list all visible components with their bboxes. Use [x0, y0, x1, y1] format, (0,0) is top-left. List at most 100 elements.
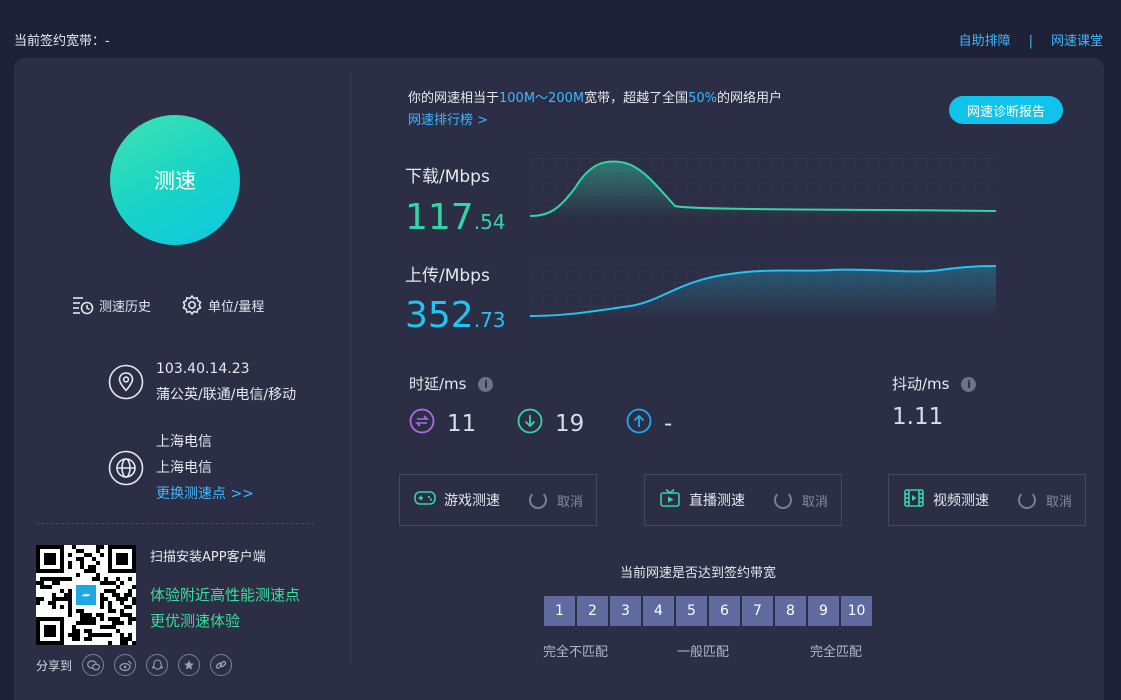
- jitter-value: 1.11: [892, 404, 944, 430]
- share-bar: 分享到: [36, 654, 233, 676]
- contract-bandwidth: 当前签约宽带：-: [14, 34, 110, 49]
- diagnosis-report-button[interactable]: 网速诊断报告: [949, 96, 1063, 124]
- video-test-cancel-button[interactable]: 取消: [1046, 491, 1072, 510]
- loading-spinner-icon: [774, 491, 792, 509]
- tv-icon: [659, 488, 681, 512]
- upload-arrow-icon: [626, 408, 652, 440]
- game-speed-test[interactable]: 游戏测速 取消: [399, 474, 597, 526]
- speed-history-button[interactable]: 测速历史: [72, 294, 151, 316]
- summary-suffix: 的网络用户: [717, 91, 783, 106]
- game-test-label: 游戏测速: [444, 493, 500, 509]
- gamepad-icon: [414, 489, 436, 511]
- qr-benefits: 体验附近高性能测速点 更优测速体验: [150, 582, 300, 634]
- match-scale-cell[interactable]: 4: [643, 596, 674, 626]
- summary-percent: 50%: [688, 91, 717, 106]
- link-separator: |: [1028, 34, 1033, 49]
- speed-summary: 你的网速相当于100M～200M宽带，超越了全国50%的网络用户 网速排行榜 >: [408, 88, 782, 132]
- location-pin-icon: [108, 364, 144, 400]
- download-value: 117.54: [405, 198, 506, 242]
- download-arrow-icon: [517, 408, 543, 440]
- match-scale-cell[interactable]: 1: [544, 596, 575, 626]
- loading-spinner-icon: [1018, 491, 1036, 509]
- summary-band: 100M～200M: [499, 91, 585, 106]
- match-scale-cell[interactable]: 8: [775, 596, 806, 626]
- latency-download: 19: [517, 408, 584, 440]
- latency-label: 时延/ms i: [409, 373, 494, 394]
- live-test-label: 直播测速: [689, 493, 745, 509]
- download-latency-value: 19: [555, 411, 585, 437]
- upload-chart: [530, 258, 996, 318]
- ip-address: 103.40.14.23: [156, 361, 250, 377]
- qr-benefit-2: 更优测速体验: [150, 612, 241, 630]
- speed-class-link[interactable]: 网速课堂: [1051, 34, 1103, 49]
- summary-middle: 宽带，超越了全国: [584, 91, 689, 106]
- download-label: 下载/Mbps: [405, 167, 490, 187]
- match-label-none: 完全不匹配: [543, 645, 609, 660]
- share-label: 分享到: [36, 658, 73, 673]
- bandwidth-match-title: 当前网速是否达到签约带宽: [620, 566, 777, 581]
- match-scale-cell[interactable]: 10: [841, 596, 872, 626]
- top-links: 自助排障 | 网速课堂: [959, 30, 1103, 49]
- latency-info-icon[interactable]: i: [478, 377, 494, 392]
- video-speed-test[interactable]: 视频测速 取消: [888, 474, 1086, 526]
- summary-text: 你的网速相当于100M～200M宽带，超越了全国50%的网络用户: [408, 88, 782, 110]
- unit-range-button[interactable]: 单位/量程: [181, 294, 264, 316]
- start-speed-test-button[interactable]: 测速: [110, 115, 240, 245]
- match-scale-cell[interactable]: 3: [610, 596, 641, 626]
- film-icon: [903, 488, 925, 512]
- match-scale-cell[interactable]: 9: [808, 596, 839, 626]
- ping-value: 11: [447, 411, 477, 437]
- download-dec: .54: [473, 210, 506, 234]
- wechat-icon[interactable]: [82, 654, 105, 676]
- ping-icon: [409, 408, 435, 440]
- unit-range-label: 单位/量程: [208, 299, 265, 315]
- download-chart: [530, 158, 996, 218]
- live-test-cancel-button[interactable]: 取消: [802, 491, 828, 510]
- loading-spinner-icon: [529, 491, 547, 509]
- live-speed-test[interactable]: 直播测速 取消: [644, 474, 842, 526]
- ranking-link[interactable]: 网速排行榜 >: [408, 110, 782, 132]
- match-scale-cell[interactable]: 5: [676, 596, 707, 626]
- video-test-label: 视频测速: [933, 493, 989, 509]
- left-divider: [36, 523, 314, 524]
- upload-latency-value: -: [664, 411, 673, 437]
- latency-ping: 11: [409, 408, 476, 440]
- match-label-medium: 一般匹配: [677, 645, 730, 660]
- jitter-label: 抖动/ms i: [892, 373, 977, 394]
- upload-dec: .73: [473, 308, 506, 332]
- match-scale-cell[interactable]: 7: [742, 596, 773, 626]
- link-icon[interactable]: [210, 654, 233, 676]
- latency-label-text: 时延/ms: [409, 375, 467, 393]
- upload-int: 352: [405, 295, 474, 336]
- server-name-1: 上海电信: [156, 434, 212, 450]
- weibo-icon[interactable]: [114, 654, 137, 676]
- favorite-star-icon[interactable]: [178, 654, 201, 676]
- qr-benefit-1: 体验附近高性能测速点: [150, 586, 301, 604]
- app-qr-code: [36, 545, 136, 645]
- upload-value: 352.73: [405, 296, 506, 340]
- server-info: 上海电信 上海电信 更换测速点 >>: [108, 429, 254, 507]
- history-icon: [72, 295, 94, 315]
- summary-prefix: 你的网速相当于: [408, 91, 500, 106]
- isp-list: 蒲公英/联通/电信/移动: [156, 387, 297, 403]
- upload-label: 上传/Mbps: [405, 266, 490, 286]
- self-troubleshoot-link[interactable]: 自助排障: [959, 34, 1011, 49]
- change-server-link[interactable]: 更换测速点 >>: [156, 481, 254, 507]
- server-name-2: 上海电信: [156, 460, 212, 476]
- qr-title: 扫描安装APP客户端: [150, 550, 266, 565]
- game-test-cancel-button[interactable]: 取消: [557, 491, 583, 510]
- qq-icon[interactable]: [146, 654, 169, 676]
- top-bar: 当前签约宽带：- 自助排障 | 网速课堂: [0, 0, 1121, 58]
- ip-info: 103.40.14.23 蒲公英/联通/电信/移动: [108, 356, 296, 408]
- match-label-full: 完全匹配: [810, 645, 863, 660]
- tool-links: 测速历史 单位/量程: [72, 294, 264, 316]
- jitter-label-text: 抖动/ms: [892, 375, 950, 393]
- main-card: 测速 测速历史 单位/量程 103.40.14.23 蒲公英/联通/电信/移动: [14, 58, 1104, 700]
- speed-history-label: 测速历史: [99, 299, 152, 315]
- match-scale-cell[interactable]: 2: [577, 596, 608, 626]
- match-scale: 1 2 3 4 5 6 7 8 9 10: [544, 596, 872, 626]
- match-scale-cell[interactable]: 6: [709, 596, 740, 626]
- latency-upload: -: [626, 408, 672, 440]
- download-int: 117: [405, 197, 474, 238]
- jitter-info-icon[interactable]: i: [961, 377, 977, 392]
